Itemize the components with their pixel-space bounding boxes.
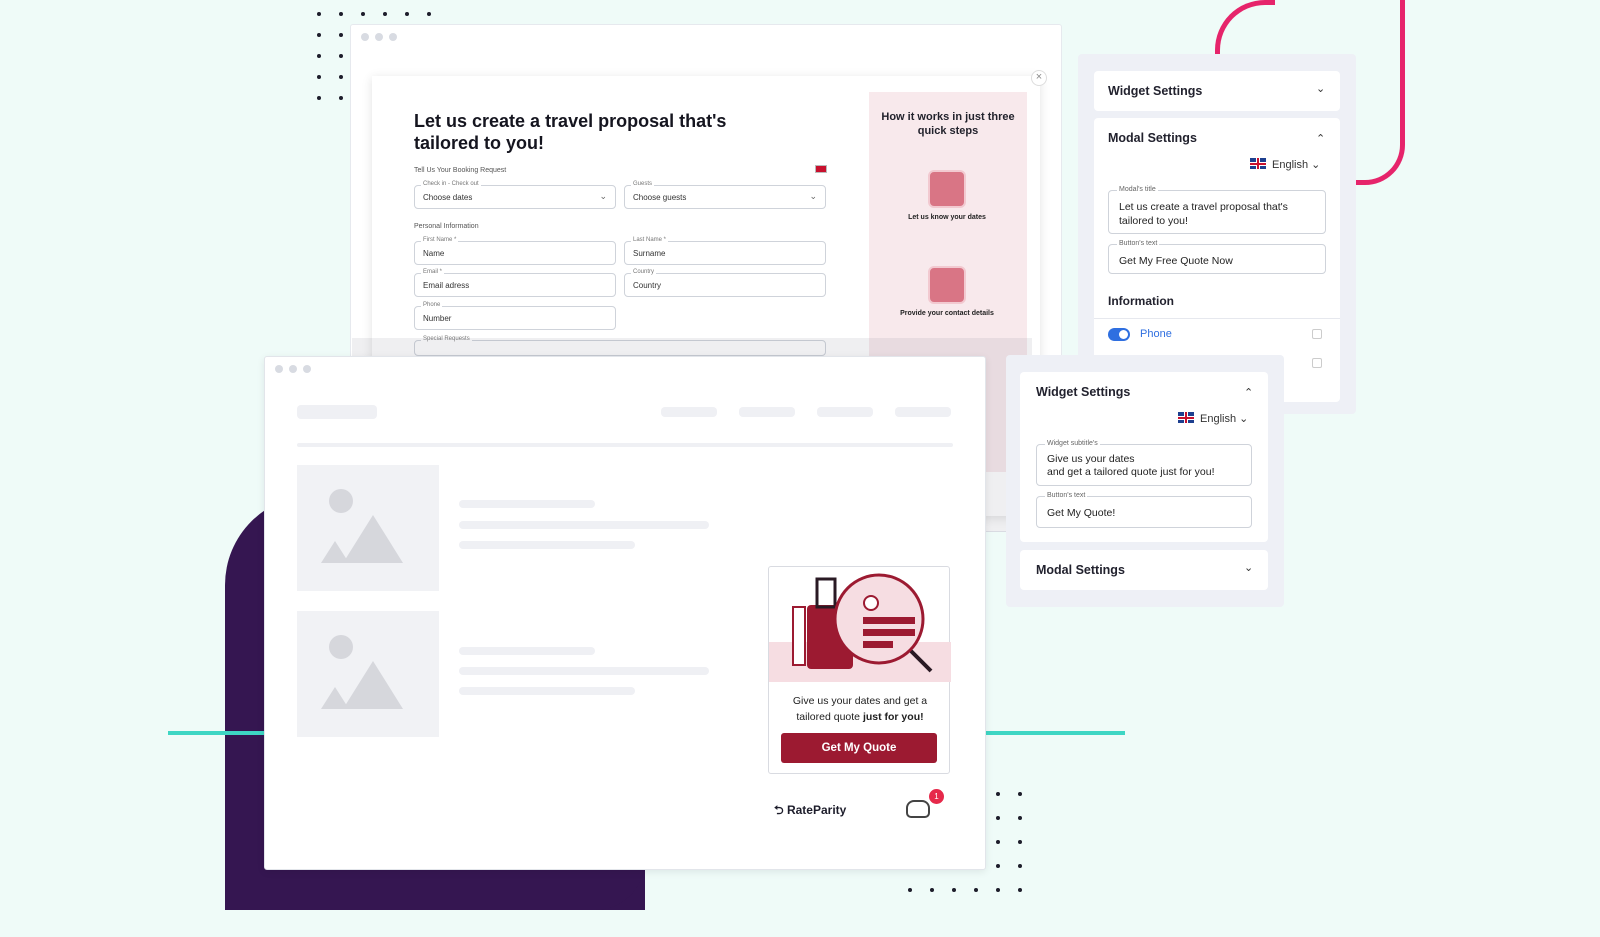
skeleton-divider: [297, 443, 953, 447]
dates-select[interactable]: Check in - Check out Choose dates ⌄: [414, 181, 616, 209]
language-select[interactable]: English ⌄: [1250, 158, 1320, 171]
skeleton-text-line: [459, 667, 709, 675]
chevron-up-icon[interactable]: ⌃: [1244, 386, 1253, 399]
modal-title: Let us create a travel proposal that's t…: [414, 111, 727, 153]
chevron-down-icon: ⌄: [1316, 83, 1326, 95]
calendar-icon: [928, 170, 966, 208]
chevron-down-icon: ⌄: [1311, 159, 1321, 171]
chevron-up-icon[interactable]: ⌃: [1316, 132, 1325, 145]
widget-settings-card: Widget Settings ⌃ English ⌄ Widget subti…: [1020, 372, 1268, 542]
chevron-down-icon: ⌄: [1244, 562, 1254, 574]
first-name-field[interactable]: First Name * Name: [414, 237, 616, 265]
teal-decor-line-left: [168, 731, 268, 735]
phone-toggle[interactable]: [1108, 328, 1130, 341]
personal-heading: Personal Information: [414, 223, 479, 230]
widget-settings-header[interactable]: Widget Settings: [1036, 385, 1130, 399]
rateparity-mark-icon: ⮌: [774, 803, 784, 817]
divider: [1094, 318, 1340, 319]
skeleton-nav-item: [895, 407, 951, 417]
image-placeholder: [297, 611, 439, 737]
chatbot-icon[interactable]: [906, 800, 930, 818]
booking-heading: Tell Us Your Booking Request: [414, 167, 507, 174]
skeleton-text-line: [459, 647, 595, 655]
teal-decor-line-right: [985, 731, 1125, 735]
flag-uk-icon: [1250, 158, 1266, 169]
skeleton-nav-item: [817, 407, 873, 417]
modal-title-field[interactable]: Modal's title Let us create a travel pro…: [1108, 186, 1326, 234]
skeleton-text-line: [459, 687, 635, 695]
language-select[interactable]: English ⌄: [1178, 412, 1248, 425]
image-placeholder: [297, 465, 439, 591]
skeleton-nav-item: [661, 407, 717, 417]
chevron-down-icon: ⌄: [599, 191, 607, 201]
step-2-label: Provide your contact details: [900, 310, 994, 317]
chevron-down-icon: ⌄: [1239, 413, 1249, 425]
email-field[interactable]: Email * Email adress: [414, 269, 616, 297]
skeleton-logo: [297, 405, 377, 419]
modal-button-text-field[interactable]: Button's text Get My Free Quote Now: [1108, 240, 1326, 274]
skeleton-nav-item: [739, 407, 795, 417]
steps-title: How it works in just three quick steps: [881, 111, 1015, 137]
skeleton-text-line: [459, 541, 635, 549]
widget-button-text-field[interactable]: Button's text Get My Quote!: [1036, 492, 1252, 528]
widget-subtitle-field[interactable]: Widget subtitle's Give us your dates and…: [1036, 440, 1252, 486]
row-checkbox[interactable]: [1312, 358, 1322, 368]
window-controls: [275, 365, 311, 373]
luggage-offer-illustration: [769, 573, 951, 682]
modal-settings-accordion[interactable]: Modal Settings ⌄: [1020, 550, 1268, 590]
phone-required-checkbox[interactable]: [1312, 329, 1322, 339]
last-name-field[interactable]: Last Name * Surname: [624, 237, 826, 265]
modal-settings-header[interactable]: Modal Settings: [1108, 131, 1197, 145]
modal-close-button[interactable]: ×: [1031, 70, 1047, 86]
guests-select[interactable]: Guests Choose guests ⌄: [624, 181, 826, 209]
window-controls: [361, 33, 397, 41]
quote-widget-text: Give us your dates and get a tailored qu…: [792, 695, 928, 723]
skeleton-text-line: [459, 521, 709, 529]
skeleton-text-line: [459, 500, 595, 508]
phone-toggle-label: Phone: [1140, 328, 1172, 340]
step-1-label: Let us know your dates: [908, 214, 986, 221]
rateparity-logo: ⮌ RateParity: [774, 803, 847, 817]
get-my-quote-button[interactable]: Get My Quote: [781, 733, 937, 763]
notification-badge: 1: [929, 789, 944, 804]
flag-uk-icon[interactable]: [815, 165, 827, 173]
information-heading: Information: [1108, 294, 1174, 308]
phone-field[interactable]: Phone Number: [414, 302, 616, 330]
chevron-down-icon: ⌄: [809, 191, 817, 201]
country-field[interactable]: Country Country: [624, 269, 826, 297]
widget-settings-accordion[interactable]: Widget Settings ⌄: [1094, 71, 1340, 111]
contact-card-icon: [928, 266, 966, 304]
flag-uk-icon: [1178, 412, 1194, 423]
